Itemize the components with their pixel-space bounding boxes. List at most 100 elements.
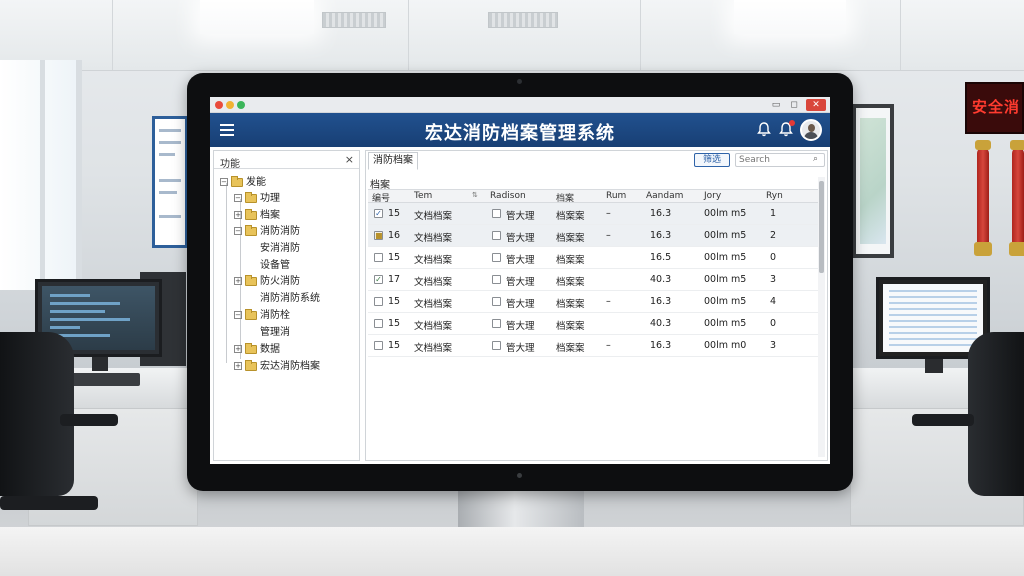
app-window: ▭ ◻ ✕ 宏达消防档案管理系统 功能 × − 发能 − 功理 + 档案 − 消防消防 … [210,97,830,464]
bell-icon[interactable] [757,122,773,138]
minimize-button[interactable]: ▭ [770,99,782,111]
row-type: 管大理 [506,343,535,354]
window-titlebar: ▭ ◻ ✕ [210,97,830,113]
row-category: 档案案 [556,321,585,332]
hamburger-icon[interactable] [220,124,234,136]
monitor-stand [925,359,943,373]
app-title: 宏达消防档案管理系统 [425,123,615,144]
folder-icon [245,224,257,236]
table-row[interactable]: 15 文档档案 管大理 档案案 40.3 00lm m5 0 [368,313,818,335]
row-date: 00lm m5 [704,230,747,241]
table-row[interactable]: ✓ 15 文档档案 管大理 档案案 – 16.3 00lm m5 1 [368,203,818,225]
close-button[interactable]: ✕ [806,99,826,111]
search-icon[interactable]: ⌕ [813,154,818,164]
foreground-desk [0,527,1024,576]
sidebar-item[interactable]: + 防火消防 [234,274,300,290]
row-count: 0 [770,318,777,329]
sidebar-item[interactable]: − 发能 [220,175,266,191]
row-count: 0 [770,252,777,263]
sidebar-item[interactable]: 设备管 [260,258,290,274]
ceiling-grid [900,0,901,70]
row-type-checkbox[interactable] [492,253,501,262]
row-type-checkbox[interactable] [492,297,501,306]
webcam [517,79,522,84]
folder-icon [231,175,243,187]
maximize-button[interactable]: ◻ [788,99,800,111]
sidebar-tree-panel: 功能 × − 发能 − 功理 + 档案 − 消防消防 安消消防 设备管 + 防火消防 消防… [213,150,360,461]
sidebar-item[interactable]: + 档案 [234,208,280,224]
window-close-dot[interactable] [215,101,223,109]
filter-button[interactable]: 筛选 [694,153,730,167]
column-header[interactable]: Radison [490,191,526,201]
table-row[interactable]: ✓ 17 文档档案 管大理 档案案 40.3 00lm m5 3 [368,269,818,291]
ceiling-light [734,0,846,34]
row-type-checkbox[interactable] [492,275,501,284]
row-value: 40.3 [650,318,672,329]
sort-icon[interactable]: ⇅ [472,191,478,199]
sidebar-item[interactable]: 消防消防系统 [260,291,320,307]
row-checkbox[interactable] [374,319,383,328]
notification-icon[interactable] [779,120,795,138]
sidebar-item[interactable]: 安消消防 [260,241,300,257]
chair-arm [912,414,974,426]
sidebar-item[interactable]: + 宏达消防档案 [234,359,320,375]
row-name: 文档档案 [414,343,453,354]
row-type-checkbox[interactable] [492,341,501,350]
ceiling-vent [488,12,558,28]
ceiling-grid [112,0,113,70]
row-id: 15 [388,208,401,219]
search-input[interactable] [735,153,825,167]
fire-extinguisher-icon [1009,140,1024,256]
row-id: 15 [388,252,401,263]
column-header[interactable]: Aandam [646,191,683,201]
row-id: 15 [388,340,401,351]
row-value: 16.3 [650,230,672,241]
main-panel: 消防档案 筛选 ⌕ 档案 编号 Tem ⇅ Radison 档案 Rum Aan… [365,150,828,461]
sidebar-item[interactable]: − 功理 [234,191,280,207]
row-checkbox[interactable] [374,341,383,350]
folder-icon [245,359,257,371]
column-header[interactable]: Jory [704,191,721,201]
row-dash: – [606,230,611,241]
row-date: 00lm m5 [704,252,747,263]
notification-badge [789,120,795,126]
column-header[interactable]: Tem [414,191,432,201]
tab-archive[interactable]: 消防档案 [368,152,418,170]
row-checkbox[interactable] [374,253,383,262]
row-value: 16.3 [650,340,672,351]
sidebar-item[interactable]: − 消防栓 [234,308,290,324]
row-type-checkbox[interactable] [492,319,501,328]
row-id: 17 [388,274,401,285]
sidebar-item[interactable]: − 消防消防 [234,224,300,240]
row-type-checkbox[interactable] [492,209,501,218]
row-value: 40.3 [650,274,672,285]
row-name: 文档档案 [414,299,453,310]
row-name: 文档档案 [414,255,453,266]
sidebar-item[interactable]: + 数据 [234,342,280,358]
fire-extinguisher-icon [974,140,992,256]
folder-icon [245,208,257,220]
column-header[interactable]: Ryn [766,191,783,201]
table-row[interactable]: 15 文档档案 管大理 档案案 – 16.3 00lm m0 3 [368,335,818,357]
app-header: 宏达消防档案管理系统 [210,113,830,147]
ceiling-grid [640,0,641,70]
row-type-checkbox[interactable] [492,231,501,240]
scrollbar-thumb[interactable] [819,181,824,273]
row-type: 管大理 [506,299,535,310]
row-checkbox[interactable]: ✓ [374,209,383,218]
row-name: 文档档案 [414,233,453,244]
row-checkbox[interactable]: ■ [374,231,383,240]
sidebar-item[interactable]: 管理消 [260,325,290,341]
window-minimize-dot[interactable] [226,101,234,109]
table-row[interactable]: ■ 16 文档档案 管大理 档案案 – 16.3 00lm m5 2 [368,225,818,247]
row-count: 1 [770,208,777,219]
column-header[interactable]: Rum [606,191,626,201]
row-checkbox[interactable]: ✓ [374,275,383,284]
table-row[interactable]: 15 文档档案 管大理 档案案 16.5 00lm m5 0 [368,247,818,269]
row-category: 档案案 [556,299,585,310]
avatar[interactable] [800,119,822,141]
table-row[interactable]: 15 文档档案 管大理 档案案 – 16.3 00lm m5 4 [368,291,818,313]
row-checkbox[interactable] [374,297,383,306]
window-zoom-dot[interactable] [237,101,245,109]
close-icon[interactable]: × [345,153,354,166]
